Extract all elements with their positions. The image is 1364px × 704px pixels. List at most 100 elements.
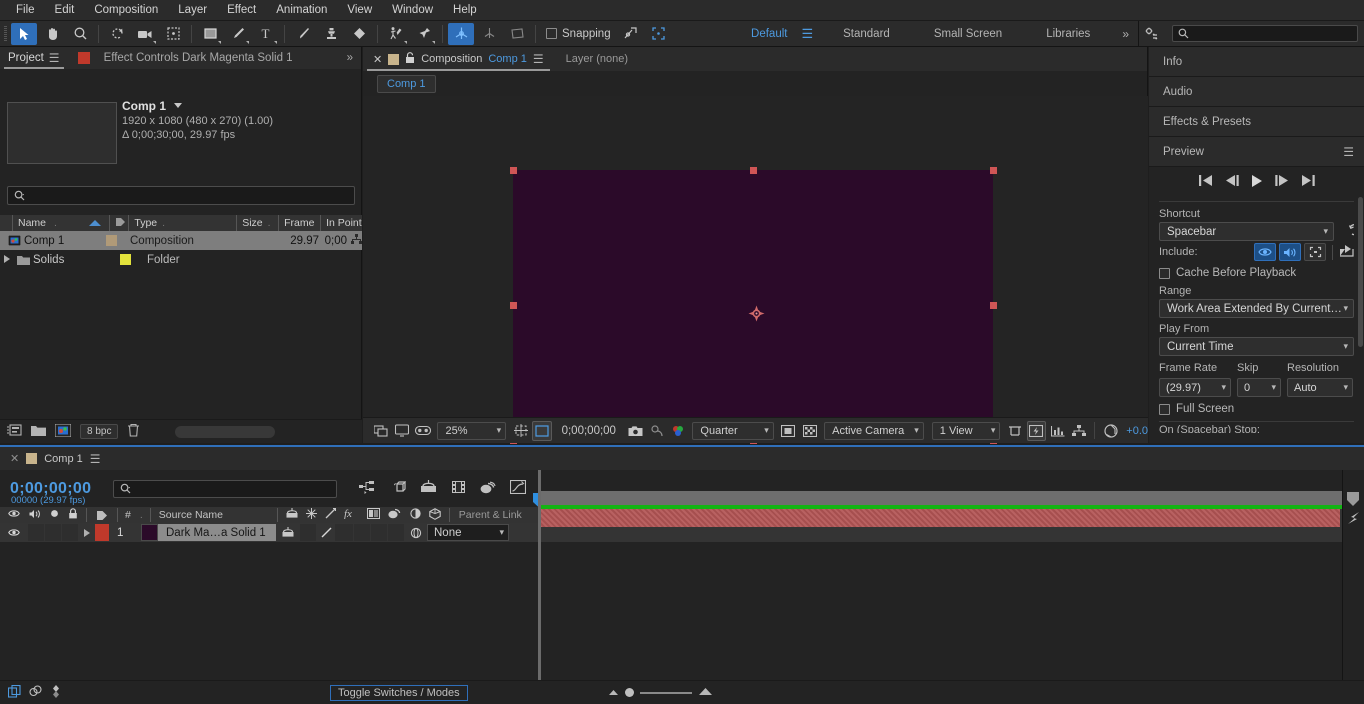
views-dropdown[interactable]: 1 View ▾ bbox=[932, 422, 1001, 440]
show-snapshot-icon[interactable] bbox=[647, 421, 666, 441]
grid-guides-icon[interactable] bbox=[511, 421, 530, 441]
include-audio-icon[interactable] bbox=[1279, 243, 1301, 261]
layer-adjustment-switch[interactable] bbox=[388, 524, 404, 541]
snapping-checkbox[interactable] bbox=[546, 28, 557, 39]
label-swatch[interactable] bbox=[106, 235, 117, 246]
rectangle-tool[interactable] bbox=[197, 23, 223, 45]
column-type[interactable]: Type. bbox=[128, 215, 236, 231]
project-search-input[interactable] bbox=[7, 186, 355, 205]
project-row-solids[interactable]: Solids Folder bbox=[0, 250, 362, 269]
snapshot-camera-icon[interactable] bbox=[626, 421, 645, 441]
disclosure-triangle-icon[interactable] bbox=[4, 254, 12, 266]
last-frame-button[interactable] bbox=[1301, 175, 1315, 189]
frame-blend-icon[interactable] bbox=[367, 508, 380, 522]
range-select[interactable]: Work Area Extended By Current… ▾ bbox=[1159, 299, 1354, 318]
layer-solo-toggle[interactable] bbox=[45, 524, 61, 541]
tab-project[interactable]: Project ☰ bbox=[0, 47, 68, 69]
exposure-aperture-icon[interactable] bbox=[1101, 421, 1120, 441]
pen-tool[interactable] bbox=[225, 23, 251, 45]
lock-icon[interactable] bbox=[68, 508, 78, 522]
layer-number-header[interactable]: # . bbox=[118, 507, 150, 523]
comp-timecode[interactable]: 0;00;00;00 bbox=[554, 425, 624, 437]
composition-viewer[interactable] bbox=[363, 96, 1148, 417]
collapse-transformations-icon[interactable] bbox=[306, 508, 317, 522]
workspace-libraries[interactable]: Libraries bbox=[1024, 21, 1112, 47]
toolbar-grip[interactable] bbox=[0, 21, 10, 47]
selection-handle-ml[interactable] bbox=[510, 302, 517, 309]
snapping-toggle[interactable]: Snapping bbox=[540, 28, 617, 40]
exposure-value[interactable]: +0.0 bbox=[1122, 425, 1148, 437]
workspace-standard[interactable]: Standard bbox=[821, 21, 912, 47]
close-icon[interactable]: ✕ bbox=[373, 53, 382, 66]
current-time-indicator[interactable] bbox=[538, 470, 541, 702]
layer-duration-bar[interactable] bbox=[540, 509, 1340, 527]
draft-3d-icon[interactable] bbox=[389, 480, 406, 498]
selection-handle-tl[interactable] bbox=[510, 167, 517, 174]
layer-quality-switch[interactable] bbox=[317, 527, 335, 538]
layer-3d-switch[interactable] bbox=[405, 527, 427, 539]
shy-icon[interactable] bbox=[286, 508, 298, 522]
resolution-dropdown[interactable]: Quarter ▾ bbox=[692, 422, 773, 440]
include-video-icon[interactable] bbox=[1254, 243, 1276, 261]
layer-video-toggle[interactable] bbox=[0, 528, 28, 537]
tab-effect-controls[interactable]: Effect Controls Dark Magenta Solid 1 bbox=[96, 47, 301, 69]
puppet-pin-tool[interactable] bbox=[411, 23, 437, 45]
timeline-zoom-slider[interactable] bbox=[608, 687, 713, 699]
column-frame-rate[interactable]: Frame R… bbox=[278, 215, 320, 231]
project-panel-menu-icon[interactable]: ☰ bbox=[49, 51, 60, 65]
frame-blending-icon[interactable] bbox=[451, 480, 466, 497]
snap-vertex-icon[interactable] bbox=[618, 23, 644, 45]
panel-info[interactable]: Info bbox=[1149, 47, 1364, 77]
work-area-bar[interactable] bbox=[540, 491, 1342, 505]
composition-panel-menu-icon[interactable]: ☰ bbox=[533, 52, 544, 66]
quality-icon[interactable] bbox=[325, 508, 336, 522]
zoom-in-icon[interactable] bbox=[698, 687, 713, 699]
camera-dropdown[interactable]: Active Camera ▾ bbox=[824, 422, 924, 440]
panel-effects-presets[interactable]: Effects & Presets bbox=[1149, 107, 1364, 137]
global-search-input[interactable] bbox=[1172, 25, 1358, 42]
project-comp-name[interactable]: Comp 1 bbox=[122, 99, 166, 113]
anchor-point-tool[interactable] bbox=[160, 23, 186, 45]
column-label-swatch[interactable] bbox=[109, 215, 129, 231]
bit-depth-button[interactable]: 8 bpc bbox=[80, 424, 118, 439]
transparency-grid-icon[interactable] bbox=[800, 421, 819, 441]
delete-icon[interactable] bbox=[127, 423, 140, 440]
anchor-point-icon[interactable] bbox=[748, 305, 765, 322]
three-d-layer-icon[interactable] bbox=[429, 508, 441, 523]
pixel-aspect-correction-icon[interactable] bbox=[1005, 421, 1024, 441]
panel-audio[interactable]: Audio bbox=[1149, 77, 1364, 107]
layer-motion-blur-switch[interactable] bbox=[371, 524, 387, 541]
clone-stamp-tool[interactable] bbox=[318, 23, 344, 45]
type-tool[interactable]: T bbox=[253, 23, 279, 45]
preview-panel-menu-icon[interactable]: ☰ bbox=[1343, 145, 1354, 159]
menu-item-animation[interactable]: Animation bbox=[266, 2, 337, 18]
audio-icon[interactable] bbox=[29, 509, 41, 522]
shortcut-select[interactable]: Spacebar ▾ bbox=[1159, 222, 1334, 241]
zoom-tool[interactable] bbox=[67, 23, 93, 45]
timeline-zoom-icon[interactable] bbox=[1345, 510, 1361, 529]
region-of-interest-icon[interactable] bbox=[532, 421, 551, 441]
cache-before-playback-row[interactable]: Cache Before Playback bbox=[1149, 263, 1364, 283]
workspace-default[interactable]: Default bbox=[729, 21, 793, 47]
include-overlays-icon[interactable] bbox=[1304, 243, 1326, 261]
menu-item-effect[interactable]: Effect bbox=[217, 2, 266, 18]
panel-preview[interactable]: Preview ☰ bbox=[1149, 137, 1364, 167]
effects-icon[interactable]: fx bbox=[344, 508, 359, 522]
frame-rate-select[interactable]: (29.97) ▾ bbox=[1159, 378, 1231, 397]
new-folder-icon[interactable] bbox=[31, 424, 46, 439]
orbit-axis-icon[interactable] bbox=[476, 23, 502, 45]
breadcrumb-chip-comp1[interactable]: Comp 1 bbox=[377, 75, 436, 93]
project-tab-overflow[interactable]: » bbox=[339, 47, 361, 69]
hand-tool[interactable] bbox=[39, 23, 65, 45]
snap-bounds-icon[interactable] bbox=[646, 23, 672, 45]
vr-view-icon[interactable] bbox=[413, 421, 432, 441]
menu-item-window[interactable]: Window bbox=[382, 2, 443, 18]
timeline-search-input[interactable] bbox=[113, 480, 337, 498]
project-row-comp1[interactable]: Comp 1 Composition 29.97 0;00 bbox=[0, 231, 362, 250]
selection-handle-tr[interactable] bbox=[990, 167, 997, 174]
column-name[interactable]: Name . bbox=[12, 215, 109, 231]
label-swatch[interactable] bbox=[120, 254, 131, 265]
adjustment-layer-icon[interactable] bbox=[410, 508, 421, 522]
fast-previews-icon[interactable] bbox=[1027, 421, 1046, 441]
share-export-icon[interactable] bbox=[1339, 244, 1354, 260]
